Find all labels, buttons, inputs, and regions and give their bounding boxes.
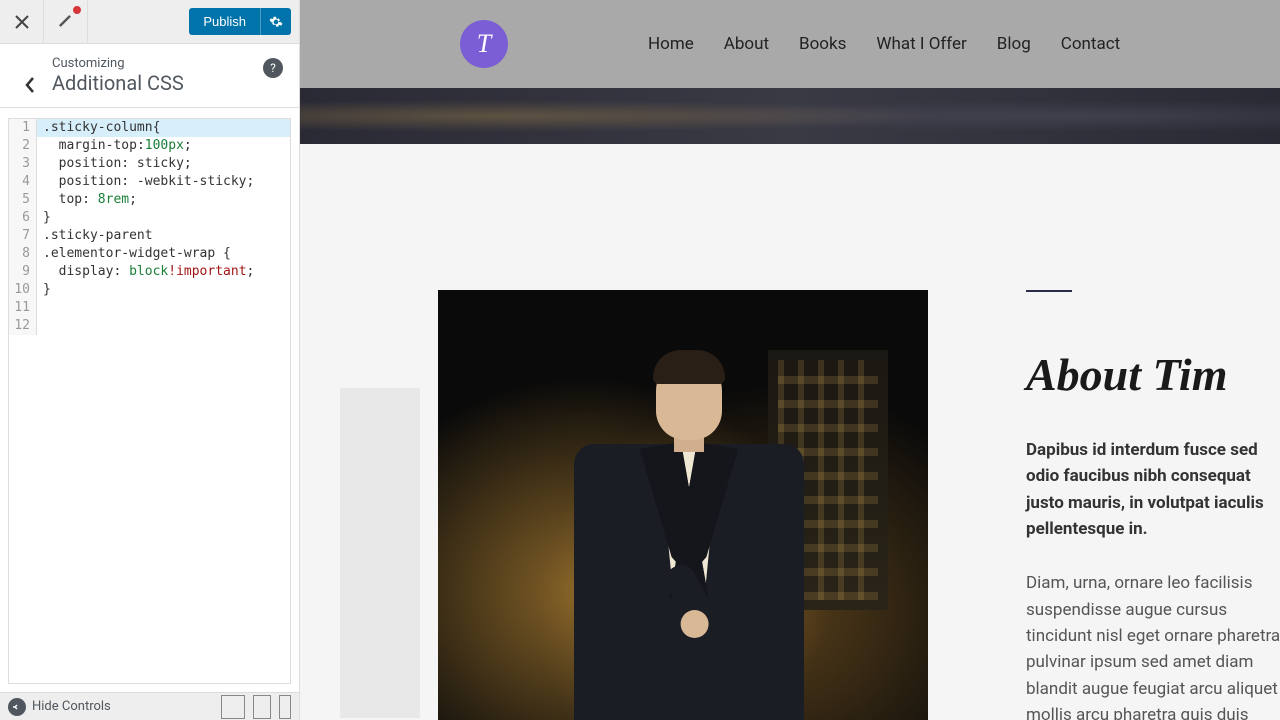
help-icon: ? <box>270 61 276 75</box>
code-content[interactable]: margin-top:100px; <box>37 137 290 155</box>
code-content[interactable]: .sticky-column{ <box>37 119 290 137</box>
device-desktop-button[interactable] <box>221 695 245 719</box>
divider <box>1026 290 1072 292</box>
code-line[interactable]: 8.elementor-widget-wrap { <box>9 245 290 263</box>
eye-icon <box>12 702 22 712</box>
about-text-column: About Tim Dapibus id interdum fusce sed … <box>1026 290 1280 720</box>
code-content[interactable]: display: block!important; <box>37 263 290 281</box>
code-line[interactable]: 4 position: -webkit-sticky; <box>9 173 290 191</box>
code-line[interactable]: 9 display: block!important; <box>9 263 290 281</box>
section-title: Additional CSS <box>52 71 263 95</box>
unsaved-indicator-icon <box>73 6 81 14</box>
code-content[interactable]: position: sticky; <box>37 155 290 173</box>
code-line[interactable]: 2 margin-top:100px; <box>9 137 290 155</box>
code-line[interactable]: 1.sticky-column{ <box>9 119 290 137</box>
line-number: 12 <box>9 317 37 335</box>
section-subtitle: Customizing <box>52 56 263 71</box>
about-body: Diam, urna, ornare leo facilisis suspend… <box>1026 570 1280 720</box>
code-content[interactable]: } <box>37 281 290 299</box>
code-content[interactable] <box>37 299 290 317</box>
hide-controls-label: Hide Controls <box>32 699 111 714</box>
nav-link-home[interactable]: Home <box>648 34 694 54</box>
about-lead: Dapibus id interdum fusce sed odio fauci… <box>1026 437 1280 542</box>
code-content[interactable]: position: -webkit-sticky; <box>37 173 290 191</box>
code-line[interactable]: 6} <box>9 209 290 227</box>
css-editor[interactable]: 1.sticky-column{2 margin-top:100px;3 pos… <box>8 118 291 684</box>
chevron-left-icon <box>24 76 36 94</box>
code-content[interactable]: top: 8rem; <box>37 191 290 209</box>
customizer-topbar: Publish <box>0 0 299 44</box>
about-heading: About Tim <box>1026 348 1280 401</box>
publish-button[interactable]: Publish <box>189 8 260 35</box>
code-line[interactable]: 11 <box>9 299 290 317</box>
code-content[interactable]: .sticky-parent <box>37 227 290 245</box>
line-number: 5 <box>9 191 37 209</box>
line-number: 2 <box>9 137 37 155</box>
hide-controls-button[interactable] <box>8 698 26 716</box>
brush-icon <box>58 14 74 30</box>
customizer-panel: Publish Customizing Additional CSS ? 1.s… <box>0 0 300 720</box>
line-number: 10 <box>9 281 37 299</box>
publish-settings-button[interactable] <box>260 8 291 35</box>
gear-icon <box>269 15 283 29</box>
code-line[interactable]: 10} <box>9 281 290 299</box>
nav-link-contact[interactable]: Contact <box>1061 34 1120 54</box>
primary-nav: Home About Books What I Offer Blog Contact <box>648 34 1120 54</box>
page-content: About Tim Dapibus id interdum fusce sed … <box>300 144 1280 720</box>
brush-button[interactable] <box>44 0 88 44</box>
code-content[interactable]: } <box>37 209 290 227</box>
nav-link-about[interactable]: About <box>724 34 769 54</box>
line-number: 7 <box>9 227 37 245</box>
decorative-side-box <box>340 388 420 718</box>
code-line[interactable]: 12 <box>9 317 290 335</box>
line-number: 8 <box>9 245 37 263</box>
device-tablet-button[interactable] <box>253 695 271 719</box>
back-button[interactable] <box>16 56 44 95</box>
code-content[interactable]: .elementor-widget-wrap { <box>37 245 290 263</box>
line-number: 6 <box>9 209 37 227</box>
nav-link-books[interactable]: Books <box>799 34 846 54</box>
line-number: 3 <box>9 155 37 173</box>
code-content[interactable] <box>37 317 290 335</box>
code-line[interactable]: 3 position: sticky; <box>9 155 290 173</box>
person-figure <box>539 340 839 720</box>
line-number: 4 <box>9 173 37 191</box>
hero-image-band <box>300 88 1280 144</box>
help-button[interactable]: ? <box>263 58 283 78</box>
about-photo <box>438 290 928 720</box>
line-number: 9 <box>9 263 37 281</box>
publish-group: Publish <box>189 8 291 35</box>
site-header: T Home About Books What I Offer Blog Contact <box>300 0 1280 88</box>
nav-link-what-i-offer[interactable]: What I Offer <box>876 34 966 54</box>
close-button[interactable] <box>0 0 44 44</box>
nav-link-blog[interactable]: Blog <box>997 34 1031 54</box>
code-line[interactable]: 5 top: 8rem; <box>9 191 290 209</box>
site-logo[interactable]: T <box>460 20 508 68</box>
customizer-footer: Hide Controls <box>0 692 299 720</box>
code-line[interactable]: 7.sticky-parent <box>9 227 290 245</box>
close-icon <box>15 15 29 29</box>
line-number: 11 <box>9 299 37 317</box>
section-header: Customizing Additional CSS ? <box>0 44 299 108</box>
site-preview: T HomeAboutBooksWhat I OfferBlogContact … <box>300 0 1280 720</box>
line-number: 1 <box>9 119 37 137</box>
device-mobile-button[interactable] <box>279 695 291 719</box>
